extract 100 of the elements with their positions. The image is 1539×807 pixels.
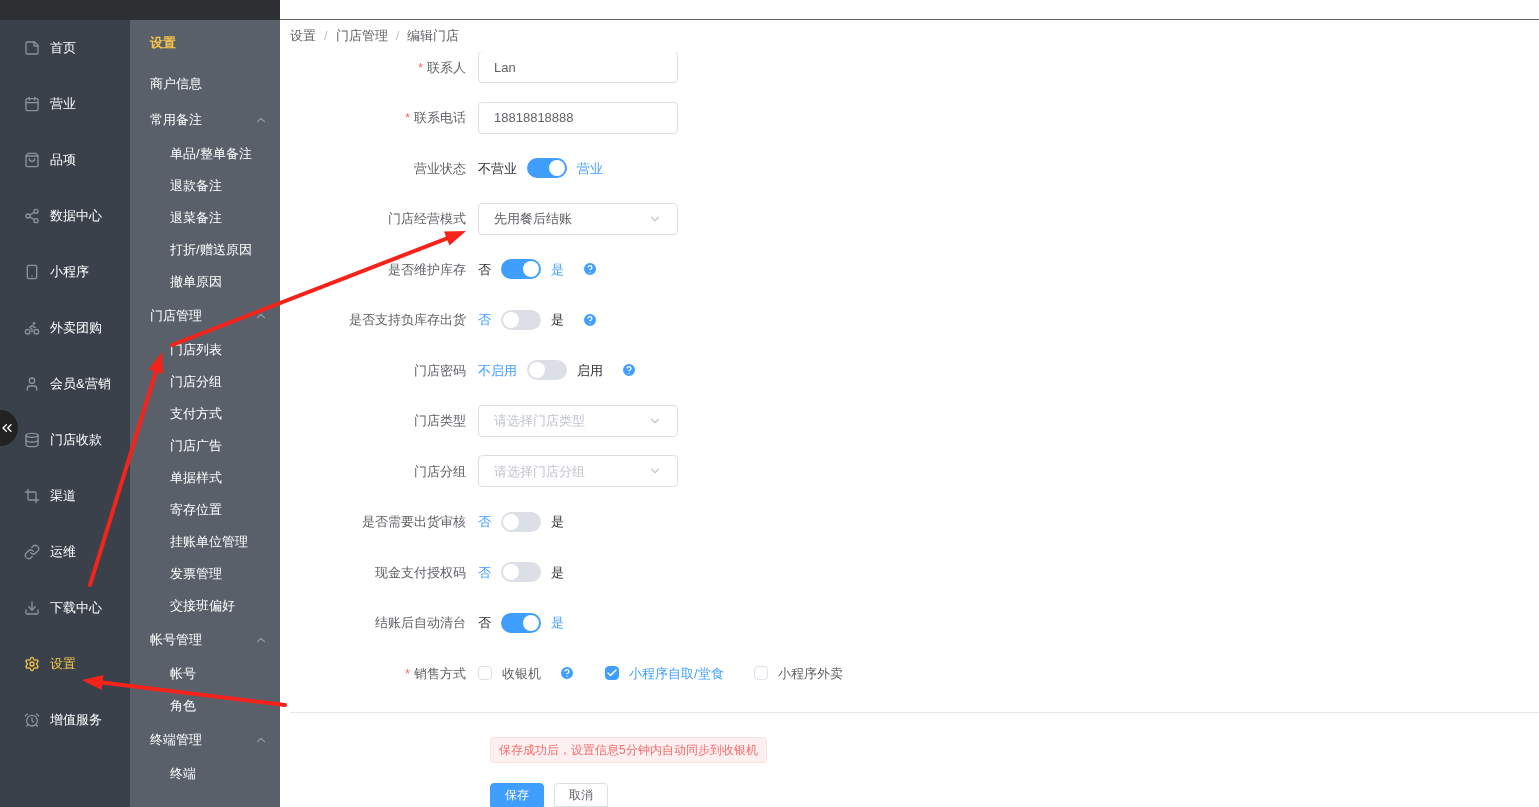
switch-off-label: 否 bbox=[478, 260, 491, 279]
text-field[interactable]: Lan bbox=[478, 52, 678, 84]
bike-icon bbox=[24, 320, 40, 336]
field-label: 门店经营模式 bbox=[388, 211, 466, 226]
toggle-switch[interactable] bbox=[501, 562, 541, 583]
switch-on-label: 是 bbox=[551, 260, 564, 279]
nav-item[interactable]: 增值服务 bbox=[24, 710, 102, 730]
cancel-button[interactable]: 取消 bbox=[554, 783, 608, 807]
notice-banner: 保存成功后，设置信息5分钟内自动同步到收银机 bbox=[490, 737, 767, 763]
bag-icon bbox=[24, 152, 40, 168]
subnav-item[interactable]: 商户信息 bbox=[130, 66, 280, 102]
switch-on-label: 是 bbox=[551, 513, 564, 531]
subnav-item[interactable]: 单据样式 bbox=[130, 462, 280, 494]
toggle-switch[interactable] bbox=[501, 309, 541, 330]
toggle-switch[interactable] bbox=[501, 612, 541, 633]
switch-off-label: 否 bbox=[478, 614, 491, 632]
nav-item[interactable]: 会员&营销 bbox=[24, 374, 111, 394]
link-icon bbox=[24, 544, 40, 560]
subnav-group[interactable]: 终端管理 bbox=[130, 722, 280, 758]
checkbox-label: 收银机 bbox=[502, 664, 541, 683]
nav-item[interactable]: 运维 bbox=[24, 542, 76, 562]
subnav-group[interactable]: 门店管理 bbox=[130, 298, 280, 334]
field-label: 是否支持负库存出货 bbox=[349, 312, 466, 327]
switch-off-label: 否 bbox=[478, 563, 491, 582]
breadcrumb-item[interactable]: 门店管理 bbox=[335, 26, 388, 46]
toggle-switch[interactable] bbox=[501, 259, 541, 280]
checkbox-label: 小程序外卖 bbox=[777, 664, 843, 683]
settings-icon bbox=[24, 656, 40, 672]
subnav-item[interactable]: 单品/整单备注 bbox=[130, 138, 280, 170]
subnav-item[interactable]: 退款备注 bbox=[130, 170, 280, 202]
toggle-switch[interactable] bbox=[527, 360, 567, 381]
subnav-item[interactable]: 角色 bbox=[130, 690, 280, 722]
toggle-switch[interactable] bbox=[527, 158, 567, 179]
switch-on-label: 是 bbox=[551, 614, 564, 632]
field-label: 现金支付授权码 bbox=[375, 564, 466, 580]
help-icon[interactable] bbox=[559, 665, 575, 682]
subnav-item[interactable]: 门店分组 bbox=[130, 366, 280, 398]
breadcrumb-item: 编辑门店 bbox=[407, 27, 460, 46]
subnav-item[interactable]: 打折/赠送原因 bbox=[130, 234, 280, 266]
breadcrumb-item[interactable]: 设置 bbox=[290, 26, 316, 46]
crop-icon bbox=[24, 488, 40, 504]
switch-on-label: 是 bbox=[551, 563, 564, 582]
field-label: 门店类型 bbox=[414, 413, 466, 428]
nav-item[interactable]: 营业 bbox=[24, 94, 76, 114]
field-label: 门店分组 bbox=[414, 463, 466, 479]
breadcrumb-separator: / bbox=[395, 27, 400, 46]
subnav-group[interactable]: 帐号管理 bbox=[130, 622, 280, 658]
field-label: 联系电话 bbox=[414, 110, 466, 125]
required-mark: * bbox=[417, 59, 423, 75]
subnav-group[interactable]: 常用备注 bbox=[130, 102, 280, 138]
user-icon bbox=[24, 376, 40, 392]
subnav-item[interactable]: 终端 bbox=[130, 758, 280, 790]
subnav-item[interactable]: 寄存位置 bbox=[130, 494, 280, 526]
nav-item[interactable]: 渠道 bbox=[24, 486, 76, 506]
help-icon[interactable] bbox=[582, 261, 598, 278]
switch-off-label: 不启用 bbox=[478, 361, 517, 380]
subnav-item[interactable]: 退菜备注 bbox=[130, 202, 280, 234]
phone-icon bbox=[24, 264, 40, 280]
subnav-item[interactable]: 撤单原因 bbox=[130, 266, 280, 298]
switch-on-label: 是 bbox=[551, 311, 564, 329]
subnav-item[interactable]: 挂账单位管理 bbox=[130, 526, 280, 558]
subnav-item[interactable]: 发票管理 bbox=[130, 558, 280, 590]
switch-off-label: 否 bbox=[478, 513, 491, 531]
text-field[interactable]: 18818818888 bbox=[478, 101, 678, 134]
subnav-item[interactable]: 支付方式 bbox=[130, 398, 280, 430]
alarm-clock-icon bbox=[24, 712, 40, 728]
help-icon[interactable] bbox=[621, 362, 637, 379]
subnav-item[interactable]: 交接班偏好 bbox=[130, 590, 280, 622]
breadcrumb-separator: / bbox=[324, 27, 328, 46]
nav-item[interactable]: 设置 bbox=[24, 654, 76, 674]
nav-item[interactable]: 门店收款 bbox=[24, 430, 102, 450]
field-label: 营业状态 bbox=[414, 160, 466, 176]
select-value: 先用餐后结账 bbox=[494, 210, 572, 228]
required-mark: * bbox=[404, 110, 410, 125]
field-label: 销售方式 bbox=[414, 665, 466, 681]
help-icon[interactable] bbox=[582, 311, 598, 328]
nav-item[interactable]: 下载中心 bbox=[24, 598, 102, 618]
field-label: 是否需要出货审核 bbox=[362, 514, 466, 529]
checkbox-label: 小程序自取/堂食 bbox=[629, 664, 724, 683]
field-label: 门店密码 bbox=[414, 362, 466, 378]
switch-off-label: 不营业 bbox=[478, 159, 517, 178]
field-label: 是否维护库存 bbox=[388, 261, 466, 277]
nav-item[interactable]: 数据中心 bbox=[24, 206, 102, 226]
nav-item[interactable]: 品项 bbox=[24, 150, 76, 170]
required-mark: * bbox=[404, 665, 410, 681]
nav-item[interactable]: 小程序 bbox=[24, 262, 89, 282]
download-icon bbox=[24, 600, 40, 616]
field-label: 结账后自动清台 bbox=[375, 615, 466, 630]
checkbox[interactable] bbox=[605, 666, 619, 681]
nav-item[interactable]: 外卖团购 bbox=[24, 318, 102, 338]
switch-off-label: 否 bbox=[478, 311, 491, 329]
select-field[interactable]: 先用餐后结账 bbox=[478, 202, 678, 235]
toggle-switch[interactable] bbox=[501, 511, 541, 532]
subnav-title: 设置 bbox=[150, 34, 176, 53]
subnav-item[interactable]: 门店广告 bbox=[130, 430, 280, 462]
share-icon bbox=[24, 208, 40, 224]
nav-item[interactable]: 首页 bbox=[24, 38, 76, 58]
switch-on-label: 启用 bbox=[577, 361, 603, 380]
subnav-item[interactable]: 帐号 bbox=[130, 658, 280, 690]
field-label: 联系人 bbox=[427, 59, 466, 75]
